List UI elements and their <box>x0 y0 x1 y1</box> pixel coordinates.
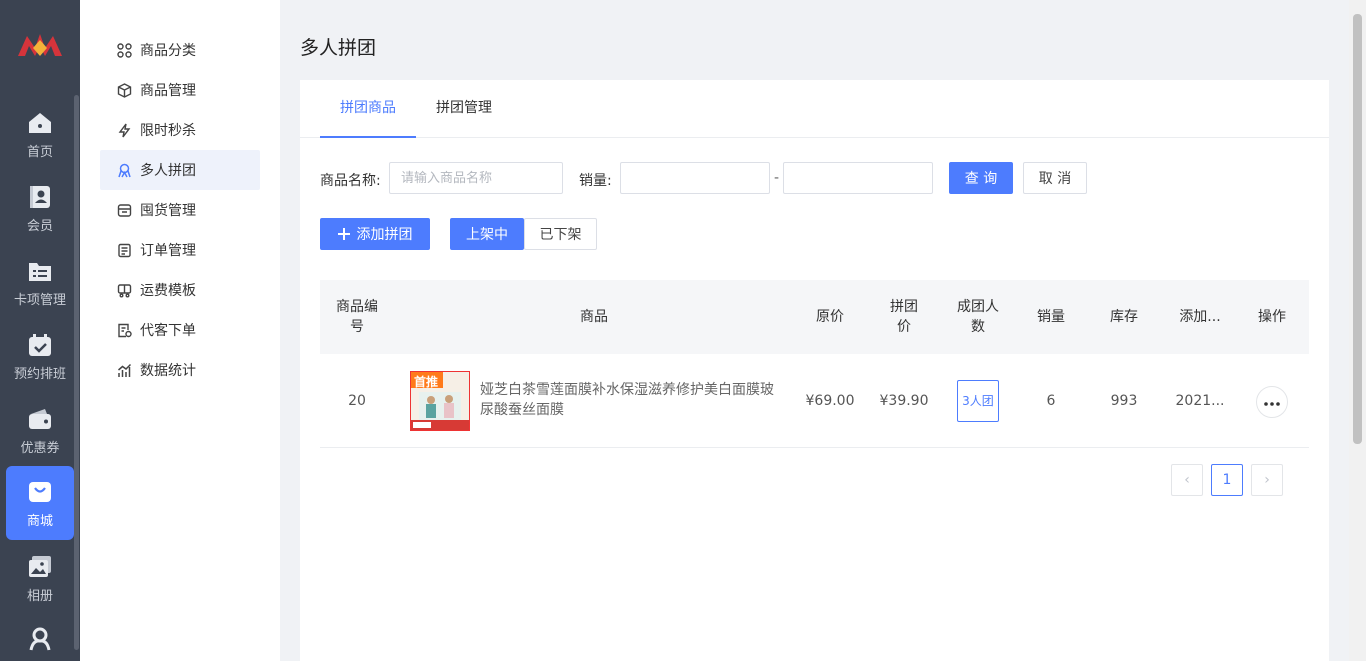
rail-item-label: 会员 <box>26 218 53 234</box>
box-icon <box>116 82 132 98</box>
subnav-item-label: 代客下单 <box>140 323 196 339</box>
page-scrollbar[interactable] <box>1349 0 1366 661</box>
col-header-sales: 销量 <box>1037 309 1065 325</box>
home-icon <box>26 109 54 137</box>
page-scrollbar-thumb[interactable] <box>1353 14 1362 444</box>
subnav-item-proxy-order[interactable]: 代客下单 <box>100 310 260 350</box>
plus-icon <box>337 228 350 240</box>
sales-filter-label: 销量: <box>579 173 612 189</box>
col-header-ops: 操作 <box>1258 309 1286 325</box>
cancel-button[interactable]: 取 消 <box>1023 162 1087 194</box>
tab-bar: 拼团商品 拼团管理 <box>300 80 1329 138</box>
subnav-item-flash-sale[interactable]: 限时秒杀 <box>100 110 260 150</box>
subnav-item-label: 数据统计 <box>140 363 196 379</box>
more-dots-icon <box>1264 394 1280 410</box>
member-icon <box>26 183 54 211</box>
subnav-item-label: 限时秒杀 <box>140 123 196 139</box>
rail-item-more[interactable] <box>6 615 74 661</box>
rail-item-label: 商城 <box>26 513 53 529</box>
subnav-item-shipping[interactable]: 运费模板 <box>100 270 260 310</box>
subnav-item-label: 运费模板 <box>140 283 196 299</box>
subnav-item-label: 订单管理 <box>140 243 196 259</box>
col-header-orig-price: 原价 <box>816 309 844 325</box>
rail-item-label: 卡项管理 <box>13 292 66 308</box>
col-header-id: 商品编号 <box>336 299 378 335</box>
group-size-badge: 3人团 <box>957 380 999 422</box>
subnav-item-label: 商品分类 <box>140 43 196 59</box>
cell-group-price: ¥39.90 <box>879 393 929 409</box>
product-name-input[interactable] <box>389 162 563 194</box>
grid-icon <box>116 42 132 58</box>
calendar-icon <box>26 331 54 359</box>
cell-added: 2021... <box>1175 393 1225 409</box>
subnav-item-label: 商品管理 <box>140 83 196 99</box>
col-header-product: 商品 <box>580 309 608 325</box>
add-group-buy-button[interactable]: 添加拼团 <box>320 218 430 250</box>
rail-item-label: 相册 <box>26 588 53 604</box>
col-header-added: 添加... <box>1179 309 1221 325</box>
cell-sales: 6 <box>1046 393 1056 409</box>
wallet-icon <box>26 405 54 433</box>
subnav-item-statistics[interactable]: 数据统计 <box>100 350 260 390</box>
lightning-icon <box>116 122 132 138</box>
rail-item-mall[interactable]: 商城 <box>6 466 74 540</box>
order-list-icon <box>116 242 132 258</box>
subnav-item-stock[interactable]: 囤货管理 <box>100 190 260 230</box>
group-icon <box>116 162 132 178</box>
cell-stock: 993 <box>1110 393 1138 409</box>
store-icon <box>116 202 132 218</box>
page-title: 多人拼团 <box>300 37 377 59</box>
tab-group-management[interactable]: 拼团管理 <box>426 80 502 138</box>
rail-item-label: 预约排班 <box>13 366 66 382</box>
cell-orig-price: ¥69.00 <box>805 393 855 409</box>
status-off-shelf-toggle[interactable]: 已下架 <box>524 218 597 250</box>
proxy-order-icon <box>116 322 132 338</box>
main-rail: 首页 会员 卡项管理 预约排班 优惠券 商城 相册 <box>0 0 80 661</box>
add-group-buy-label: 添加拼团 <box>356 227 413 243</box>
cell-id: 20 <box>348 393 366 409</box>
shopping-bag-icon <box>26 478 54 506</box>
table-header: 商品编号 商品 原价 拼团价 成团人数 销量 库存 添加... 操作 <box>320 280 1309 354</box>
rail-item-label: 首页 <box>26 144 53 160</box>
rail-item-booking[interactable]: 预约排班 <box>6 319 74 393</box>
pagination-prev[interactable]: ‹ <box>1171 464 1203 496</box>
query-button[interactable]: 查 询 <box>949 162 1013 194</box>
sales-max-input[interactable] <box>783 162 933 194</box>
pagination-page-1[interactable]: 1 <box>1211 464 1243 496</box>
name-filter-label: 商品名称: <box>320 173 381 189</box>
row-more-button[interactable] <box>1256 386 1288 418</box>
col-header-group-price: 拼团价 <box>890 299 918 335</box>
rail-item-member[interactable]: 会员 <box>6 171 74 245</box>
chart-icon <box>116 362 132 378</box>
sub-navigation: 商品分类 商品管理 限时秒杀 多人拼团 囤货管理 订单管理 运费模板 代客下单 … <box>80 0 280 661</box>
subnav-item-label: 多人拼团 <box>140 163 196 179</box>
truck-icon <box>116 282 132 298</box>
rail-item-home[interactable]: 首页 <box>6 97 74 171</box>
col-header-stock: 库存 <box>1110 309 1138 325</box>
col-header-group-size: 成团人数 <box>957 299 999 335</box>
group-icon <box>26 625 54 653</box>
product-badge: 首推 <box>414 375 439 389</box>
subnav-item-orders[interactable]: 订单管理 <box>100 230 260 270</box>
pagination-next[interactable]: › <box>1251 464 1283 496</box>
subnav-item-categories[interactable]: 商品分类 <box>100 30 260 70</box>
content-card: 拼团商品 拼团管理 商品名称: 销量: - 查 询 取 消 添加拼团 上架中 已… <box>300 80 1329 661</box>
tab-group-products[interactable]: 拼团商品 <box>320 80 416 138</box>
subnav-item-label: 囤货管理 <box>140 203 196 219</box>
subnav-item-group-buy[interactable]: 多人拼团 <box>100 150 260 190</box>
rail-item-cards[interactable]: 卡项管理 <box>6 245 74 319</box>
brand-logo[interactable] <box>15 26 65 64</box>
sales-min-input[interactable] <box>620 162 770 194</box>
rail-item-album[interactable]: 相册 <box>6 541 74 615</box>
album-icon <box>26 553 54 581</box>
subnav-item-products[interactable]: 商品管理 <box>100 70 260 110</box>
status-on-shelf-toggle[interactable]: 上架中 <box>450 218 524 250</box>
rail-item-label: 优惠券 <box>20 440 60 456</box>
product-name[interactable]: 娅芝白茶雪莲面膜补水保湿滋养修护美白面膜玻尿酸蚕丝面膜 <box>480 380 780 420</box>
rail-item-coupons[interactable]: 优惠券 <box>6 393 74 467</box>
card-folder-icon <box>26 257 54 285</box>
rail-scroll-thumb[interactable] <box>74 95 79 650</box>
table-row: 20 首推 娅芝白茶雪莲面膜补水保湿滋养修护美白面膜玻尿酸蚕丝面膜 ¥69.00… <box>320 354 1309 448</box>
range-separator: - <box>774 170 780 186</box>
